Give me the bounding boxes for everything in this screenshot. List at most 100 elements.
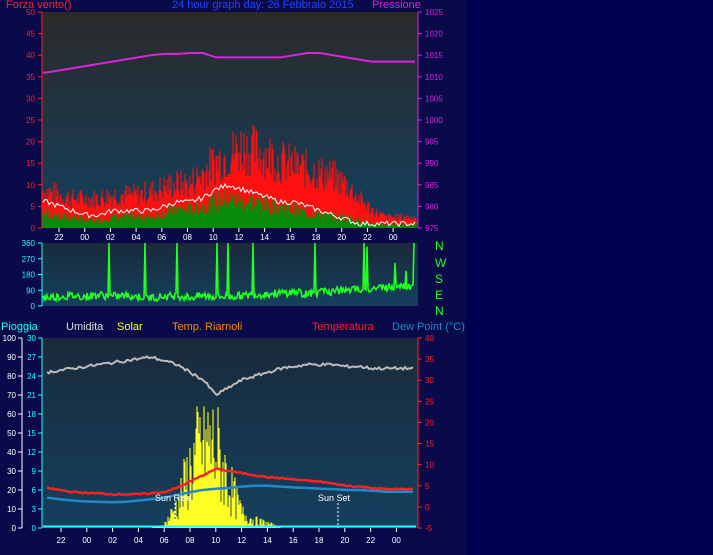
chart-canvas: 0510152025303540455097598098599099510001…	[3, 8, 444, 545]
temp-y-tick-label: 20	[425, 418, 434, 427]
temperature-panel: 0102030405060708090100036912151821242730…	[3, 334, 435, 545]
humidity-y-tick-label: 20	[7, 486, 16, 495]
wind-y-tick-label: 20	[26, 138, 35, 147]
temp-x-tick-label: 12	[237, 536, 246, 545]
wind-y-tick-label: 50	[26, 8, 35, 17]
humidity-y-tick-label: 40	[7, 448, 16, 457]
humidity-y-tick-label: 0	[12, 524, 17, 533]
temp-y-tick-label: 10	[425, 461, 434, 470]
wind-y-tick-label: 25	[26, 116, 35, 125]
rain-y-tick-label: 18	[27, 410, 36, 419]
pressure-y-tick-label: 1010	[425, 73, 443, 82]
temp-y-tick-label: -5	[425, 524, 433, 533]
direction-y-tick-label: 360	[22, 239, 36, 248]
rain-y-tick-label: 30	[27, 334, 36, 343]
sun-rise-label: Sun Rise	[155, 493, 192, 503]
rain-y-tick-label: 12	[27, 448, 36, 457]
pressure-y-tick-label: 995	[425, 138, 439, 147]
wind-y-tick-label: 40	[26, 51, 35, 60]
humidity-y-tick-label: 30	[7, 467, 16, 476]
rain-y-tick-label: 24	[27, 372, 36, 381]
wind-x-tick-label: 18	[312, 233, 321, 242]
wind-y-tick-label: 5	[31, 202, 36, 211]
pressure-y-tick-label: 1025	[425, 8, 443, 17]
temp-x-tick-label: 08	[186, 536, 195, 545]
wind-x-tick-label: 22	[55, 233, 64, 242]
temp-x-tick-label: 10	[211, 536, 220, 545]
wind-x-tick-label: 00	[80, 233, 89, 242]
humidity-y-tick-label: 10	[7, 505, 16, 514]
temp-y-tick-label: 30	[425, 376, 434, 385]
wind-x-tick-label: 12	[234, 233, 243, 242]
rain-y-tick-label: 21	[27, 391, 36, 400]
wind-x-tick-label: 08	[183, 233, 192, 242]
temp-x-tick-label: 02	[108, 536, 117, 545]
side-panel	[466, 0, 713, 555]
wind-y-tick-label: 15	[26, 159, 35, 168]
temp-x-tick-label: 22	[366, 536, 375, 545]
pressure-y-tick-label: 1015	[425, 51, 443, 60]
humidity-y-tick-label: 70	[7, 391, 16, 400]
weather-graph-page: Forza vento() 24 hour graph day: 26 Febb…	[0, 0, 713, 555]
compass-s: S	[435, 272, 444, 286]
wind-x-tick-label: 10	[209, 233, 218, 242]
temp-x-tick-label: 14	[263, 536, 272, 545]
temp-x-tick-label: 18	[315, 536, 324, 545]
temp-x-tick-label: 20	[340, 536, 349, 545]
rain-y-tick-label: 3	[32, 505, 37, 514]
wind-y-tick-label: 35	[26, 73, 35, 82]
pressure-y-tick-label: 1005	[425, 94, 443, 103]
humidity-y-tick-label: 50	[7, 429, 16, 438]
wind-y-tick-label: 30	[26, 94, 35, 103]
rain-y-tick-label: 9	[32, 467, 37, 476]
wind-x-tick-label: 04	[132, 233, 141, 242]
pressure-y-tick-label: 975	[425, 224, 439, 233]
temp-x-tick-label: 04	[134, 536, 143, 545]
temp-x-tick-label: 00	[82, 536, 91, 545]
wind-panel: 0510152025303540455097598098599099510001…	[26, 8, 443, 242]
humidity-y-tick-label: 100	[3, 334, 17, 343]
direction-y-tick-label: 270	[22, 255, 36, 264]
wind-x-tick-label: 02	[106, 233, 115, 242]
pressure-y-tick-label: 980	[425, 202, 439, 211]
pressure-y-tick-label: 990	[425, 159, 439, 168]
temp-y-tick-label: 15	[425, 440, 434, 449]
rain-y-tick-label: 27	[27, 353, 36, 362]
wind-direction-panel: 0 90 180 270 360	[22, 239, 418, 311]
direction-y-tick-label: 180	[22, 271, 36, 280]
rain-y-tick-label: 0	[32, 524, 37, 533]
temp-y-tick-label: 40	[425, 334, 434, 343]
compass-w: W	[435, 256, 447, 270]
temp-x-tick-label: 00	[392, 536, 401, 545]
rain-y-tick-label: 15	[27, 429, 36, 438]
temp-y-tick-label: 35	[425, 355, 434, 364]
pressure-y-tick-label: 985	[425, 181, 439, 190]
compass-e: E	[435, 288, 444, 302]
direction-y-tick-label: 0	[31, 302, 36, 311]
pressure-y-tick-label: 1020	[425, 30, 443, 39]
temp-x-tick-label: 06	[160, 536, 169, 545]
temp-y-tick-label: 0	[425, 503, 430, 512]
direction-y-tick-label: 90	[26, 286, 35, 295]
wind-y-tick-label: 10	[26, 181, 35, 190]
wind-x-tick-label: 14	[260, 233, 269, 242]
temp-y-tick-label: 25	[425, 397, 434, 406]
temp-x-tick-label: 22	[57, 536, 66, 545]
wind-x-tick-label: 16	[286, 233, 295, 242]
wind-y-tick-label: 0	[31, 224, 36, 233]
compass-n-top: N	[435, 239, 444, 253]
humidity-y-tick-label: 80	[7, 372, 16, 381]
wind-x-tick-label: 22	[363, 233, 372, 242]
sun-set-label: Sun Set	[318, 493, 351, 503]
wind-x-tick-label: 06	[157, 233, 166, 242]
temp-y-tick-label: 5	[425, 482, 430, 491]
wind-x-tick-label: 20	[337, 233, 346, 242]
wind-y-tick-label: 45	[26, 30, 35, 39]
humidity-y-tick-label: 90	[7, 353, 16, 362]
pressure-y-tick-label: 1000	[425, 116, 443, 125]
humidity-y-tick-label: 60	[7, 410, 16, 419]
compass-n-bottom: N	[435, 304, 444, 318]
temp-x-tick-label: 16	[289, 536, 298, 545]
rain-y-tick-label: 6	[32, 486, 37, 495]
wind-x-tick-label: 00	[389, 233, 398, 242]
